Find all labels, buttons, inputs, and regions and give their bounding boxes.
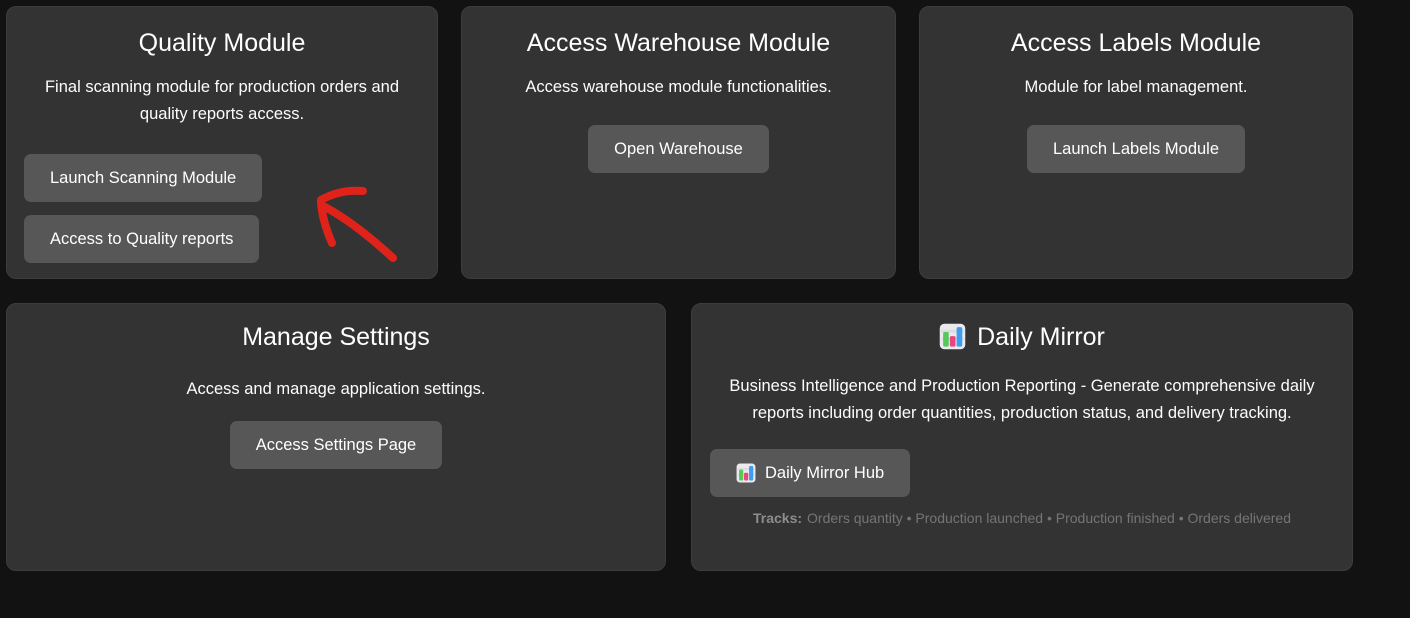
card-description: Access and manage application settings. (23, 376, 649, 403)
launch-labels-module-button[interactable]: Launch Labels Module (1027, 125, 1245, 173)
tracks-footer: Tracks: Orders quantity • Production laun… (692, 510, 1352, 526)
bar-chart-icon (736, 463, 756, 483)
card-warehouse-module: Access Warehouse Module Access warehouse… (461, 6, 896, 279)
access-settings-page-button[interactable]: Access Settings Page (230, 421, 443, 469)
open-warehouse-button[interactable]: Open Warehouse (588, 125, 769, 173)
bar-chart-icon (939, 323, 966, 350)
card-description: Final scanning module for production ord… (23, 74, 421, 128)
tracks-label: Tracks: (753, 510, 802, 526)
card-title: Access Warehouse Module (472, 29, 885, 58)
daily-mirror-hub-button[interactable]: Daily Mirror Hub (710, 449, 910, 497)
card-description: Access warehouse module functionalities. (478, 74, 879, 101)
card-description: Module for label management. (936, 74, 1336, 101)
card-manage-settings: Manage Settings Access and manage applic… (6, 303, 666, 571)
card-daily-mirror: Daily Mirror Business Intelligence and P… (691, 303, 1353, 571)
card-title-text: Daily Mirror (977, 323, 1105, 351)
card-description: Business Intelligence and Production Rep… (708, 373, 1336, 427)
card-title: Access Labels Module (930, 29, 1342, 58)
card-title: Quality Module (17, 29, 427, 58)
card-quality-module: Quality Module Final scanning module for… (6, 6, 438, 279)
card-title: Manage Settings (17, 323, 655, 352)
button-label: Daily Mirror Hub (765, 463, 884, 483)
card-labels-module: Access Labels Module Module for label ma… (919, 6, 1353, 279)
card-title: Daily Mirror (702, 323, 1342, 352)
access-quality-reports-button[interactable]: Access to Quality reports (24, 215, 259, 263)
button-stack: Launch Scanning Module Access to Quality… (24, 154, 437, 263)
tracks-items: Orders quantity • Production launched • … (807, 510, 1291, 526)
launch-scanning-module-button[interactable]: Launch Scanning Module (24, 154, 262, 202)
